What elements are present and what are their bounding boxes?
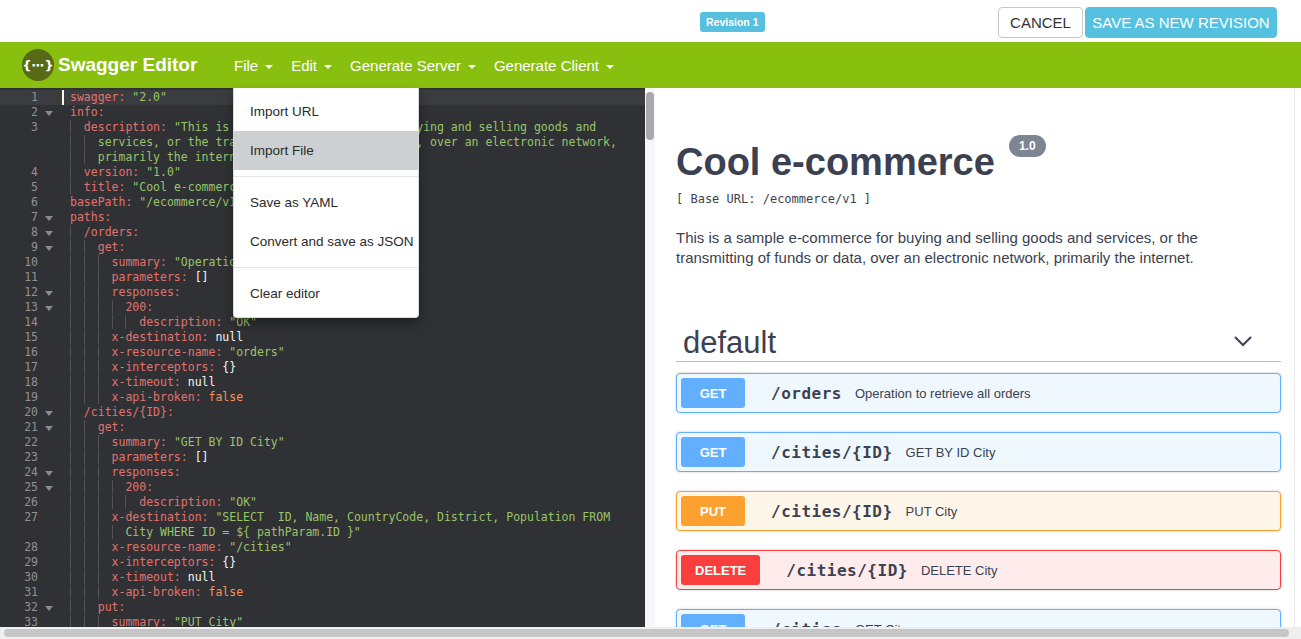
method-badge: GET	[681, 378, 745, 408]
text-cursor	[62, 90, 64, 105]
fold-arrow-icon[interactable]	[45, 231, 53, 236]
menu-item-save-as-yaml[interactable]: Save as YAML	[234, 183, 418, 222]
base-url: [ Base URL: /ecommerce/v1 ]	[676, 192, 871, 206]
window-scrollbar-edge	[1294, 88, 1295, 627]
operation-row-get-cities[interactable]: GET/citiesGET City	[676, 609, 1281, 627]
operation-summary: GET BY ID City	[906, 445, 996, 460]
api-docs-panel: Cool e-commerce 1.0 [ Base URL: /ecommer…	[655, 88, 1301, 627]
fold-arrow-icon[interactable]	[45, 486, 53, 491]
horizontal-scrollbar[interactable]	[0, 627, 1301, 639]
menu-edit[interactable]: Edit	[291, 57, 332, 74]
fold-arrow-icon[interactable]	[45, 216, 53, 221]
method-badge: GET	[681, 614, 745, 627]
menu-divider	[234, 267, 418, 268]
code-line: 22 summary: "GET BY ID City"	[0, 435, 645, 450]
code-line: 16 x-resource-name: "orders"	[0, 345, 645, 360]
file-dropdown-menu: Import URLImport File Save as YAMLConvert…	[233, 88, 419, 318]
operation-path: /cities/{ID}	[771, 502, 893, 521]
swagger-logo-icon: {⋯}	[22, 49, 54, 81]
operation-path: /cities/{ID}	[771, 443, 893, 462]
menu-generate-client[interactable]: Generate Client	[494, 57, 614, 74]
menu-divider	[234, 176, 418, 177]
code-line: 25 200:	[0, 480, 645, 495]
save-as-new-revision-button[interactable]: SAVE AS NEW REVISION	[1085, 7, 1277, 38]
code-line: 19 x-api-broken: false	[0, 390, 645, 405]
menu-item-import-file[interactable]: Import File	[234, 131, 418, 170]
fold-arrow-icon[interactable]	[45, 306, 53, 311]
code-line: 33 summary: "PUT City"	[0, 615, 645, 627]
caret-down-icon	[468, 65, 476, 69]
operation-row-delete-cities--ID-[interactable]: DELETE/cities/{ID} DELETE City	[676, 550, 1281, 590]
method-badge: GET	[681, 437, 745, 467]
menu-file[interactable]: File	[234, 57, 273, 74]
caret-down-icon	[265, 65, 273, 69]
fold-arrow-icon[interactable]	[45, 426, 53, 431]
top-bar: Revision 1 CANCEL SAVE AS NEW REVISION	[0, 0, 1301, 42]
operation-summary: DELETE City	[921, 563, 998, 578]
code-line: 21 get:	[0, 420, 645, 435]
code-line: 29 x-interceptors: {}	[0, 555, 645, 570]
code-line: 15 x-destination: null	[0, 330, 645, 345]
editor-vertical-scrollbar[interactable]	[645, 88, 655, 627]
swagger-editor-app: Revision 1 CANCEL SAVE AS NEW REVISION {…	[0, 0, 1301, 639]
fold-arrow-icon[interactable]	[45, 291, 53, 296]
operation-row-get-orders[interactable]: GET/orders Operation to retrieve all orde…	[676, 373, 1281, 413]
code-line: 32 put:	[0, 600, 645, 615]
section-default[interactable]: default	[683, 325, 776, 361]
chevron-down-icon[interactable]	[1231, 331, 1255, 355]
fold-arrow-icon[interactable]	[45, 246, 53, 251]
section-divider	[676, 361, 1281, 362]
horizontal-scrollbar-thumb[interactable]	[4, 629, 1289, 637]
api-version-badge: 1.0	[1009, 135, 1046, 157]
fold-arrow-icon[interactable]	[45, 471, 53, 476]
api-title: Cool e-commerce	[676, 143, 995, 181]
code-line: 20 /cities/{ID}:	[0, 405, 645, 420]
code-line: 24 responses:	[0, 465, 645, 480]
code-line: City WHERE ID = ${ pathParam.ID }"	[0, 525, 645, 540]
code-line: 18 x-timeout: null	[0, 375, 645, 390]
caret-down-icon	[324, 65, 332, 69]
caret-down-icon	[606, 65, 614, 69]
operation-row-get-cities--ID-[interactable]: GET/cities/{ID} GET BY ID City	[676, 432, 1281, 472]
app-title: Swagger Editor	[58, 54, 197, 76]
fold-arrow-icon[interactable]	[45, 606, 53, 611]
operation-summary: Operation to retrieve all orders	[855, 386, 1031, 401]
operation-row-put-cities--ID-[interactable]: PUT/cities/{ID} PUT City	[676, 491, 1281, 531]
operation-path: /orders	[771, 384, 842, 403]
menu-item-import-url[interactable]: Import URL	[234, 92, 418, 131]
operation-path: /cities	[771, 620, 842, 628]
method-badge: PUT	[681, 496, 745, 526]
operation-path: /cities/{ID}	[786, 561, 908, 580]
code-line: 17 x-interceptors: {}	[0, 360, 645, 375]
header-bar: {⋯} Swagger Editor File Edit Generate Serv…	[0, 42, 1301, 88]
code-line: 27 x-destination: "SELECT ID, Name, Coun…	[0, 510, 645, 525]
menu-item-clear-editor[interactable]: Clear editor	[234, 274, 418, 313]
code-line: 28 x-resource-name: "/cities"	[0, 540, 645, 555]
code-line: 26 description: "OK"	[0, 495, 645, 510]
menu-item-convert-and-save-as-json[interactable]: Convert and save as JSON	[234, 222, 418, 261]
code-line: 23 parameters: []	[0, 450, 645, 465]
revision-badge: Revision 1	[700, 12, 765, 32]
operation-summary: PUT City	[906, 504, 958, 519]
api-description: This is a sample e-commerce for buying a…	[676, 228, 1236, 268]
code-line: 31 x-api-broken: false	[0, 585, 645, 600]
fold-arrow-icon[interactable]	[45, 111, 53, 116]
menu-bar: File Edit Generate Server Generate Client	[234, 42, 614, 88]
method-badge: DELETE	[681, 555, 760, 585]
fold-arrow-icon[interactable]	[45, 411, 53, 416]
code-line: 30 x-timeout: null	[0, 570, 645, 585]
menu-generate-server[interactable]: Generate Server	[350, 57, 476, 74]
editor-vertical-scrollbar-thumb[interactable]	[646, 92, 654, 140]
cancel-button[interactable]: CANCEL	[998, 7, 1083, 38]
